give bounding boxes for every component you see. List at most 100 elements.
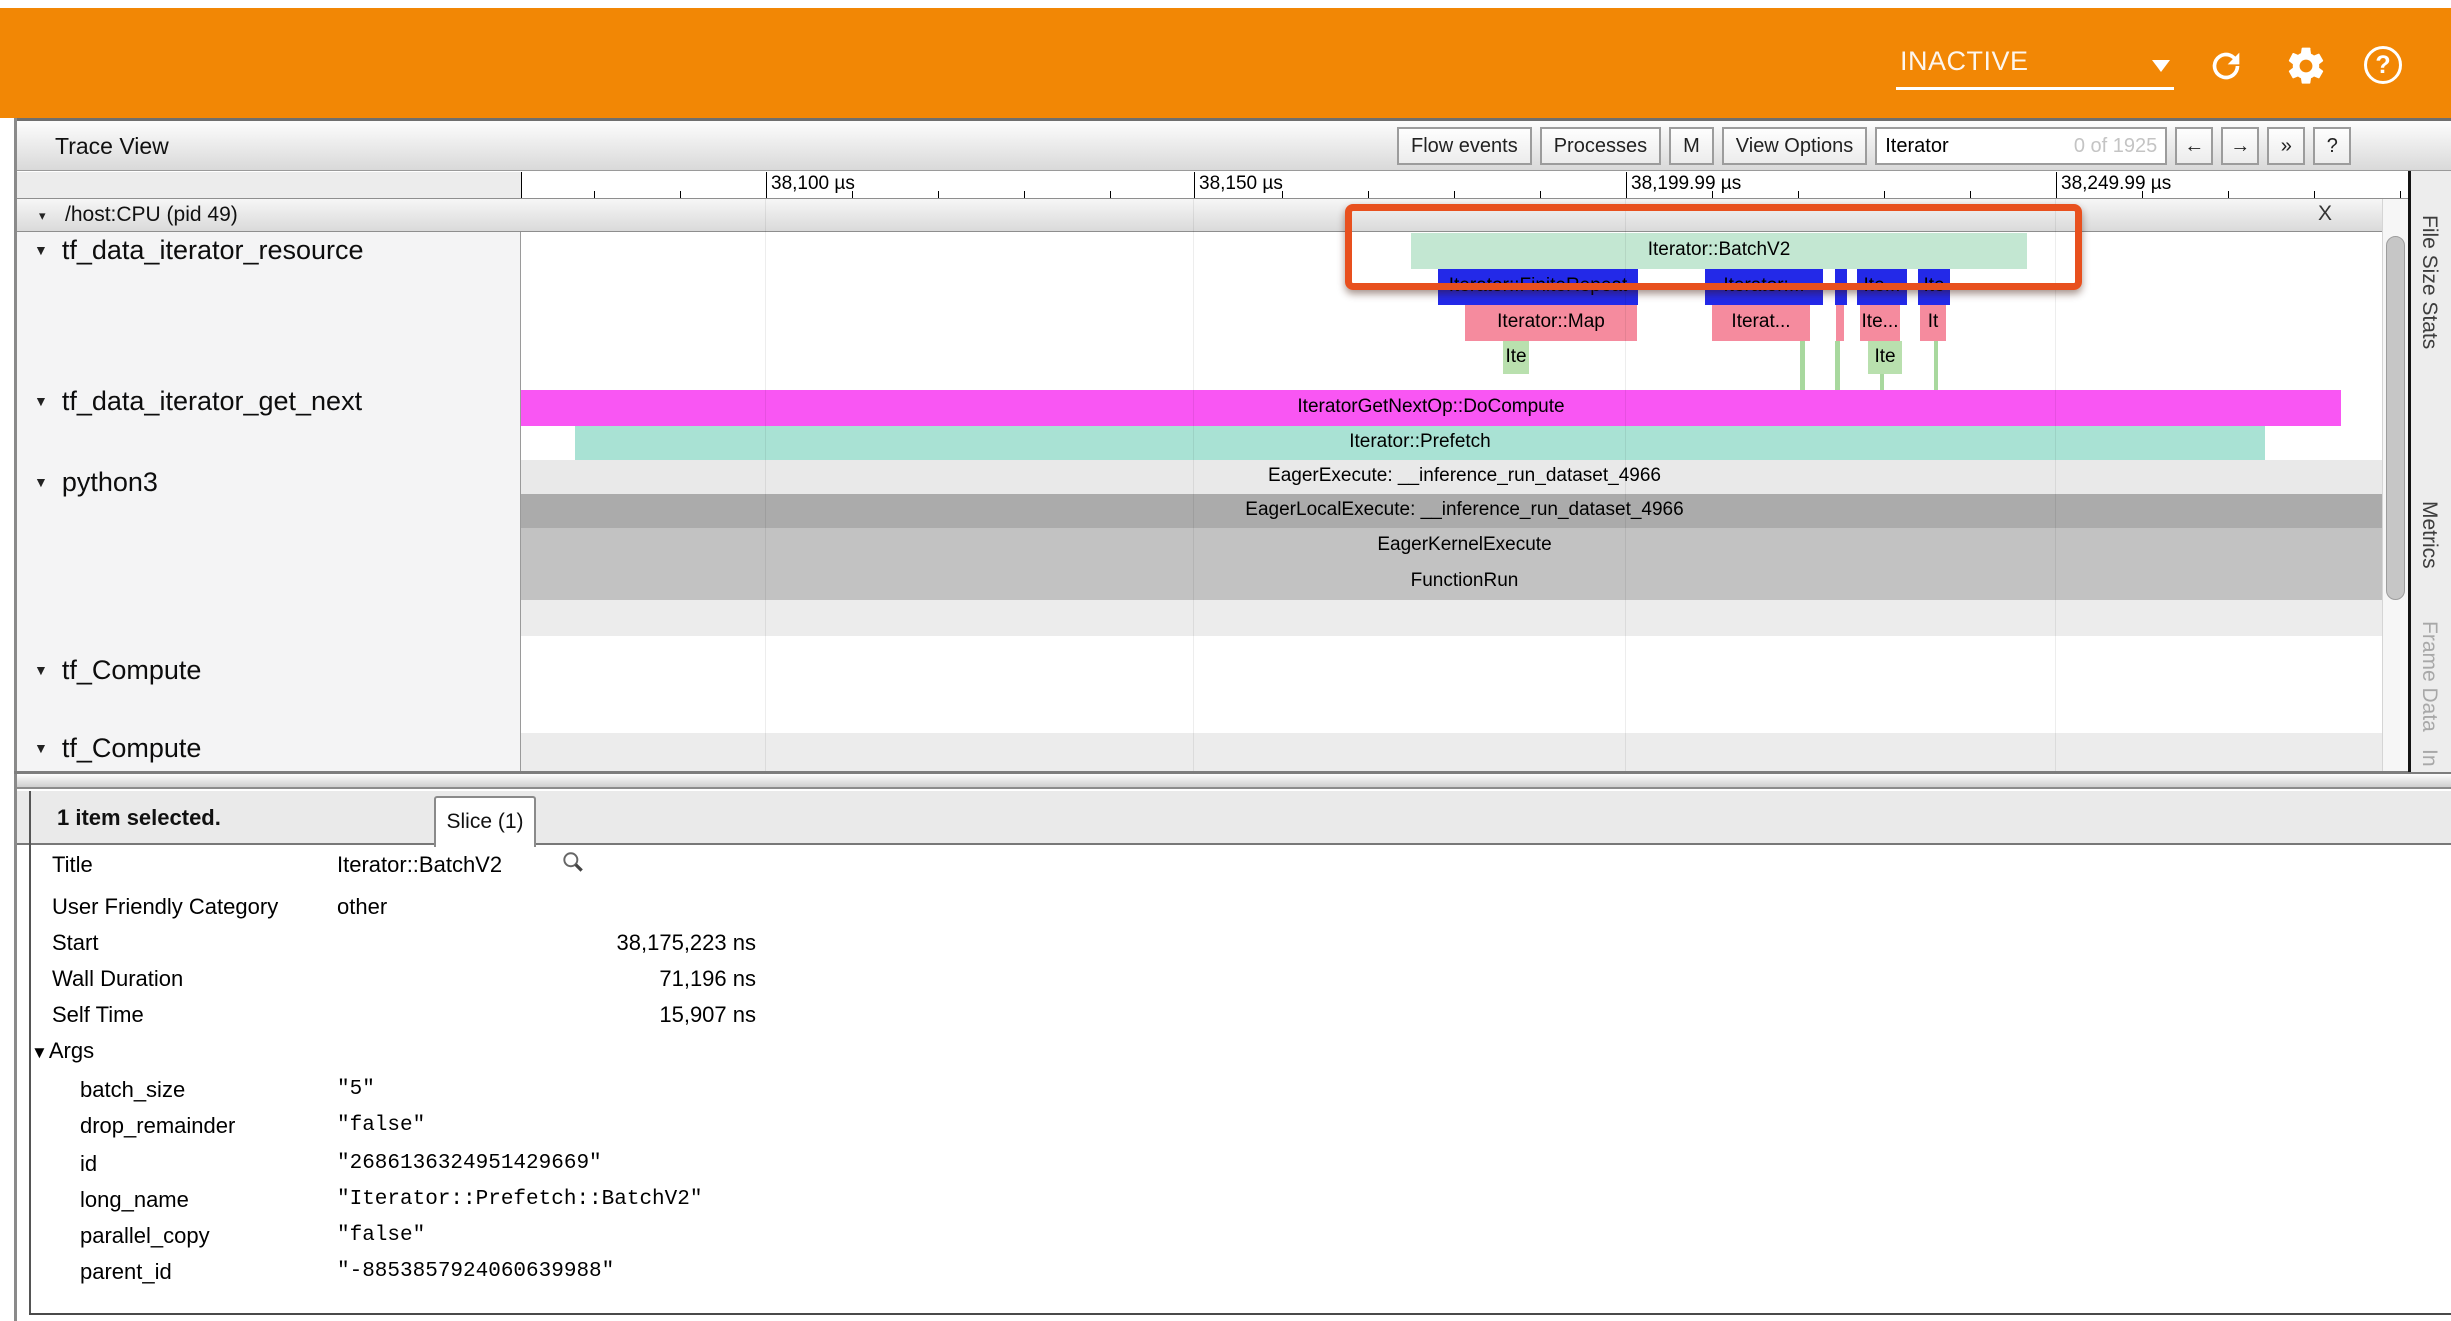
side-tab-file-size-stats[interactable]: File Size Stats xyxy=(2417,215,2441,349)
ruler-tick-label: 38,249.99 µs xyxy=(2061,173,2171,195)
trace-event-bar[interactable]: Iterator::Map xyxy=(1465,305,1637,341)
trace-event-bar[interactable]: EagerExecute: __inference_run_dataset_49… xyxy=(521,460,2408,494)
trace-event-bar[interactable] xyxy=(1800,341,1805,397)
trace-event-bar[interactable] xyxy=(1835,341,1840,397)
ruler-minor-tick xyxy=(938,191,939,198)
ruler-minor-tick xyxy=(1970,191,1971,198)
collapse-triangle-icon[interactable]: ▼ xyxy=(31,1043,48,1062)
track-label-tf_data_iterator_resource[interactable]: ▼ tf_data_iterator_resource xyxy=(34,235,364,266)
detail-label-title: Title xyxy=(52,852,93,878)
detail-label-drop_remainder: drop_remainder xyxy=(80,1113,235,1139)
trace-event-bar[interactable]: EagerLocalExecute: __inference_run_datas… xyxy=(521,494,2408,528)
selection-count: 1 item selected. xyxy=(57,805,221,831)
settings-gear-icon[interactable] xyxy=(2284,44,2328,88)
ruler-minor-tick xyxy=(2400,191,2401,198)
track-label-tf_data_iterator_get_next[interactable]: ▼ tf_data_iterator_get_next xyxy=(34,386,362,417)
vertical-scrollbar[interactable] xyxy=(2382,199,2408,771)
trace-event-bar[interactable]: EagerKernelExecute xyxy=(521,528,2408,564)
ruler-major-tick xyxy=(766,172,767,198)
trace-event-bar[interactable] xyxy=(521,600,2408,636)
side-tab-in[interactable]: In xyxy=(2417,749,2441,767)
track-name: tf_Compute xyxy=(62,655,202,685)
collapse-triangle-icon[interactable]: ▼ xyxy=(34,393,48,409)
trace-event-bar[interactable]: IteratorGetNextOp::DoCompute xyxy=(521,390,2341,426)
ruler-tick-label: 38,199.99 µs xyxy=(1631,173,1741,195)
ruler-minor-tick xyxy=(1368,191,1369,198)
group-name: Args xyxy=(49,1038,94,1063)
page-title: Trace View xyxy=(55,133,169,160)
help-button[interactable]: ? xyxy=(2313,127,2351,165)
toolbar-button-m[interactable]: M xyxy=(1669,127,1714,165)
detail-value-parent_id: "-8853857924060639988" xyxy=(337,1260,614,1283)
ruler-spacer xyxy=(17,172,521,198)
trace-event-bar[interactable]: FunctionRun xyxy=(521,564,2408,600)
track-label-python3[interactable]: ▼ python3 xyxy=(34,467,158,498)
selection-highlight-box xyxy=(1345,204,2082,290)
detail-value-title: Iterator::BatchV2 xyxy=(337,852,502,878)
trace-view-titlebar: Trace View Flow eventsProcessesMView Opt… xyxy=(17,121,2451,171)
trace-event-bar[interactable] xyxy=(521,733,2408,771)
track-label-tf_Compute[interactable]: ▼ tf_Compute xyxy=(34,733,201,764)
status-dropdown-label: INACTIVE xyxy=(1900,46,2029,77)
detail-label-start: Start xyxy=(52,930,98,956)
ruler-tick-label: 38,150 µs xyxy=(1199,173,1283,195)
trace-event-bar[interactable]: Ite xyxy=(1503,341,1529,374)
detail-label-wall-duration: Wall Duration xyxy=(52,966,183,992)
collapse-triangle-icon[interactable]: ▼ xyxy=(34,662,48,678)
search-input[interactable]: Iterator 0 of 1925 xyxy=(1875,127,2167,165)
scrollbar-thumb[interactable] xyxy=(2386,236,2405,600)
chevron-down-icon xyxy=(2152,60,2170,72)
detail-label-args[interactable]: ▼Args xyxy=(31,1038,94,1064)
track-name: tf_data_iterator_get_next xyxy=(62,386,362,416)
ruler-minor-tick xyxy=(680,191,681,198)
collapse-triangle-icon[interactable]: ▾ xyxy=(39,208,46,224)
search-result-count: 0 of 1925 xyxy=(2074,135,2157,158)
status-dropdown[interactable]: INACTIVE xyxy=(1896,44,2174,90)
refresh-icon[interactable] xyxy=(2206,46,2246,86)
side-tab-metrics[interactable]: Metrics xyxy=(2417,501,2441,569)
trace-event-bar[interactable] xyxy=(1836,305,1844,341)
toolbar-button-flow-events[interactable]: Flow events xyxy=(1397,127,1532,165)
track-name: python3 xyxy=(62,467,158,497)
track-label-tf_Compute[interactable]: ▼ tf_Compute xyxy=(34,655,201,686)
magnifier-icon[interactable] xyxy=(560,850,586,876)
help-icon[interactable]: ? xyxy=(2364,46,2402,84)
time-ruler[interactable]: 38,100 µs38,150 µs38,199.99 µs38,249.99 … xyxy=(521,172,2408,198)
detail-value-start: 38,175,223 ns xyxy=(337,930,756,956)
detail-label-parent_id: parent_id xyxy=(80,1259,172,1285)
search-value: Iterator xyxy=(1885,135,2066,158)
ruler-minor-tick xyxy=(1110,191,1111,198)
toolbar-button-view-options[interactable]: View Options xyxy=(1722,127,1867,165)
collapse-triangle-icon[interactable]: ▼ xyxy=(34,242,48,258)
track-name: tf_data_iterator_resource xyxy=(62,235,364,265)
trace-toolbar: Flow eventsProcessesMView OptionsIterato… xyxy=(1397,127,2443,165)
collapse-triangle-icon[interactable]: ▼ xyxy=(34,474,48,490)
ruler-major-tick xyxy=(1626,172,1627,198)
trace-event-bar[interactable]: Iterat... xyxy=(1712,305,1810,341)
trace-event-bar[interactable]: Iterator::Prefetch xyxy=(575,426,2265,460)
next-result-button[interactable]: → xyxy=(2221,127,2259,165)
detail-value-user-friendly-category: other xyxy=(337,894,387,920)
close-icon[interactable]: X xyxy=(2318,202,2332,226)
detail-value-wall-duration: 71,196 ns xyxy=(337,966,756,992)
detail-value-drop_remainder: "false" xyxy=(337,1114,425,1137)
ruler-minor-tick xyxy=(1798,191,1799,198)
trace-event-bar[interactable]: Ite... xyxy=(1860,305,1900,341)
collapse-triangle-icon[interactable]: ▼ xyxy=(34,740,48,756)
detail-label-self-time: Self Time xyxy=(52,1002,144,1028)
ruler-minor-tick xyxy=(2228,191,2229,198)
timeline-gridline xyxy=(765,199,766,771)
trace-event-bar[interactable] xyxy=(1934,341,1938,397)
prev-result-button[interactable]: ← xyxy=(2175,127,2213,165)
side-tab-frame-data[interactable]: Frame Data xyxy=(2417,621,2441,732)
ruler-minor-tick xyxy=(594,191,595,198)
divider xyxy=(17,774,2451,789)
tab-slice[interactable]: Slice (1) xyxy=(434,796,536,847)
detail-tabbar: 1 item selected. Slice (1) xyxy=(17,791,2451,845)
ruler-minor-tick xyxy=(1024,191,1025,198)
trace-event-bar[interactable]: Ite xyxy=(1868,341,1902,374)
trace-event-bar[interactable]: It xyxy=(1920,305,1946,341)
track-name: tf_Compute xyxy=(62,733,202,763)
more-results-button[interactable]: » xyxy=(2267,127,2305,165)
toolbar-button-processes[interactable]: Processes xyxy=(1540,127,1661,165)
